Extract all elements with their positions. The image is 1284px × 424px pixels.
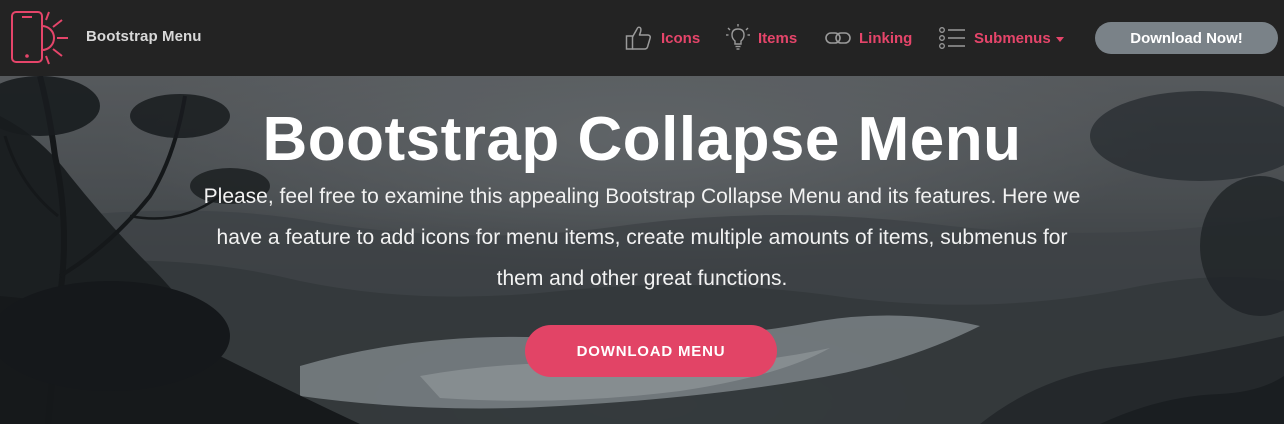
- nav-item-linking-label: Linking: [859, 29, 913, 47]
- nav-item-submenus-label: Submenus: [974, 29, 1051, 47]
- download-now-button[interactable]: Download Now!: [1095, 22, 1278, 54]
- thumbs-up-icon: [625, 25, 653, 51]
- nav-item-items[interactable]: Items: [726, 22, 797, 54]
- nav-item-items-label: Items: [758, 29, 798, 47]
- link-icon: [825, 30, 851, 46]
- brand-name[interactable]: Bootstrap Menu: [86, 28, 202, 45]
- hero-description: Please, feel free to examine this appeal…: [203, 185, 1081, 290]
- nav-item-icons[interactable]: Icons: [625, 22, 700, 54]
- nav-item-linking[interactable]: Linking: [825, 22, 912, 54]
- nav-item-icons-label: Icons: [661, 29, 701, 47]
- hero-section: Bootstrap Collapse Menu Please, feel fre…: [0, 76, 1284, 424]
- download-menu-button[interactable]: DOWNLOAD MENU: [525, 325, 777, 377]
- hero-title: Bootstrap Collapse Menu: [262, 105, 1022, 174]
- list-icon: [938, 26, 966, 50]
- chevron-down-icon: [1055, 36, 1064, 42]
- lightbulb-icon: [726, 24, 750, 52]
- nav-item-submenus[interactable]: Submenus: [938, 22, 1064, 54]
- phone-sun-icon[interactable]: [6, 10, 72, 66]
- navbar: Bootstrap Menu Icons Items Linking Subme…: [0, 0, 1284, 76]
